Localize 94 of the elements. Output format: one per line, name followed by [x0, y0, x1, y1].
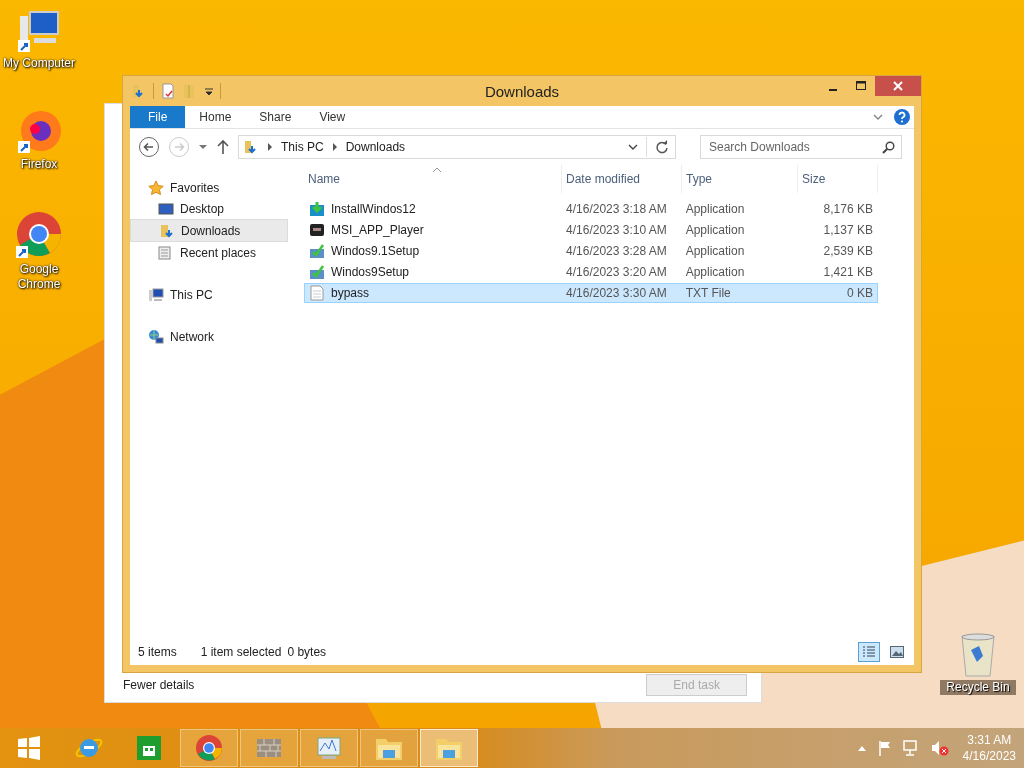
- ribbon-tab[interactable]: View: [305, 106, 360, 128]
- downloads-folder-icon: [159, 222, 175, 239]
- date-cell-text: 4/16/2023 3:30 AM: [565, 286, 668, 300]
- type-cell-text: Application: [684, 223, 746, 237]
- selection-size: 0 bytes: [287, 645, 327, 659]
- file-name: InstallWindos12: [331, 202, 416, 216]
- recent-dropdown-icon[interactable]: [198, 142, 208, 152]
- file-name: Windos9.1Setup: [331, 244, 420, 258]
- setup-icon: [309, 243, 325, 259]
- up-arrow-icon[interactable]: [216, 139, 230, 155]
- date-cell-text: 4/16/2023 3:10 AM: [565, 223, 668, 237]
- folder-icon: [243, 139, 259, 155]
- show-hidden-icons-icon[interactable]: [856, 744, 867, 752]
- column-header[interactable]: Date modified: [562, 165, 682, 193]
- text-file-icon: [309, 285, 325, 301]
- player-icon: [309, 222, 325, 238]
- breadcrumb-item[interactable]: This PC: [281, 140, 324, 154]
- search-icon[interactable]: [882, 141, 895, 154]
- computer-icon: [148, 286, 164, 303]
- breadcrumb-arrow-icon[interactable]: [331, 143, 338, 151]
- desktop-icon: [158, 200, 174, 217]
- monitor-chart-icon: [314, 735, 344, 761]
- maximize-icon: [856, 81, 866, 91]
- taskbar-button[interactable]: [360, 729, 418, 767]
- size-cell-text: 2,539 KB: [822, 244, 874, 258]
- image-icon: [890, 646, 904, 658]
- file-row[interactable]: bypass 4/16/2023 3:30 AM TXT File 0 KB: [304, 283, 878, 303]
- size-cell-text: 0 KB: [845, 286, 874, 300]
- search-field[interactable]: Search Downloads: [700, 135, 902, 159]
- taskbar-button[interactable]: [300, 729, 358, 767]
- file-name: Windos9Setup: [331, 265, 410, 279]
- windows-logo-icon: [16, 735, 42, 761]
- size-cell-text: 8,176 KB: [822, 202, 874, 216]
- refresh-icon[interactable]: [655, 140, 669, 154]
- type-cell-text: Application: [684, 202, 746, 216]
- file-name: bypass: [331, 286, 370, 300]
- date-cell-text: 4/16/2023 3:20 AM: [565, 265, 668, 279]
- taskbar-button[interactable]: [420, 729, 478, 767]
- installer-icon: [309, 201, 325, 217]
- ribbon-tab[interactable]: File: [130, 106, 186, 128]
- type-cell-text: Application: [684, 265, 746, 279]
- minimize-icon: [829, 88, 837, 91]
- network-icon: [148, 328, 164, 345]
- file-name: MSI_APP_Player: [331, 223, 424, 237]
- recycle-bin-icon[interactable]: [959, 632, 997, 678]
- address-bar[interactable]: This PC Downloads: [238, 135, 676, 159]
- address-dropdown-icon[interactable]: [628, 142, 638, 152]
- nav-item[interactable]: Network: [130, 326, 288, 347]
- details-list-icon: [862, 646, 876, 658]
- column-header[interactable]: Type: [682, 165, 798, 193]
- column-header[interactable]: Name: [304, 165, 562, 193]
- muted-speaker-icon[interactable]: [930, 740, 949, 756]
- file-row[interactable]: Windos9Setup 4/16/2023 3:20 AM Application 1,421 KB: [304, 262, 878, 282]
- type-cell-text: Application: [684, 244, 746, 258]
- desktop-icon-label[interactable]: Recycle Bin: [940, 680, 1016, 695]
- setup-icon: [309, 264, 325, 280]
- type-cell-text: TXT File: [684, 286, 732, 300]
- details-view-button[interactable]: [858, 642, 880, 662]
- fewer-details-link[interactable]: Fewer details: [123, 678, 195, 692]
- date-cell-text: 4/16/2023 3:18 AM: [565, 202, 668, 216]
- window-title: Downloads: [483, 82, 561, 100]
- firefox-icon[interactable]: [16, 109, 62, 155]
- help-icon[interactable]: [894, 109, 910, 125]
- date-cell-text: 4/16/2023 3:28 AM: [565, 244, 668, 258]
- size-cell-text: 1,137 KB: [822, 223, 874, 237]
- file-row[interactable]: MSI_APP_Player 4/16/2023 3:10 AM Application 1,137 KB: [304, 220, 878, 240]
- nav-item[interactable]: Favorites: [130, 177, 288, 198]
- column-header[interactable]: Size: [798, 165, 878, 193]
- recent-places-icon: [158, 244, 174, 261]
- ribbon-tab[interactable]: Home: [185, 106, 246, 128]
- back-button-icon[interactable]: [138, 136, 160, 158]
- computer-icon[interactable]: [16, 8, 62, 54]
- store-bag-icon: [135, 734, 163, 762]
- breadcrumb-item[interactable]: Downloads: [345, 140, 406, 154]
- expand-ribbon-icon[interactable]: [872, 111, 884, 123]
- nav-item[interactable]: Downloads: [130, 219, 288, 242]
- properties-icon[interactable]: [160, 83, 176, 99]
- nav-item[interactable]: This PC: [130, 284, 288, 305]
- close-icon: [893, 81, 903, 91]
- file-row[interactable]: Windos9.1Setup 4/16/2023 3:28 AM Application 2,539 KB: [304, 241, 878, 261]
- star-icon: [148, 179, 164, 196]
- item-count: 5 items: [138, 645, 177, 659]
- flag-icon[interactable]: [876, 740, 893, 756]
- chrome-icon: [194, 733, 224, 763]
- breadcrumb-arrow-icon[interactable]: [267, 143, 273, 151]
- selection-status: 1 item selected: [200, 645, 282, 659]
- taskbar-button[interactable]: [180, 729, 238, 767]
- close-button[interactable]: [875, 76, 921, 96]
- nav-item[interactable]: Desktop: [130, 198, 288, 219]
- size-cell-text: 1,421 KB: [822, 265, 874, 279]
- file-row[interactable]: InstallWindos12 4/16/2023 3:18 AM Application 8,176 KB: [304, 199, 878, 219]
- nav-item[interactable]: Recent places: [130, 242, 288, 263]
- ribbon-tab[interactable]: Share: [245, 106, 306, 128]
- chrome-icon[interactable]: [14, 210, 64, 260]
